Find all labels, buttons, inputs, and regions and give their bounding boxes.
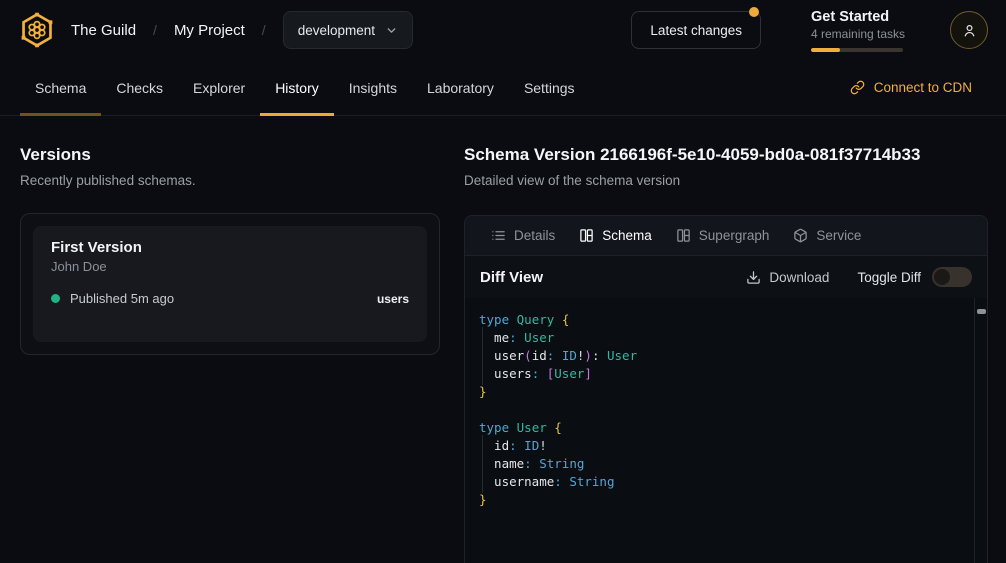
- project-nav: Schema Checks Explorer History Insights …: [0, 60, 1006, 116]
- download-icon: [746, 270, 761, 285]
- code-line: [479, 401, 974, 419]
- breadcrumb-org[interactable]: The Guild: [71, 22, 136, 39]
- nav-tab-settings[interactable]: Settings: [509, 60, 590, 115]
- get-started-progress-fill: [811, 48, 840, 52]
- nav-tab-schema[interactable]: Schema: [20, 60, 101, 115]
- code-line: }: [479, 383, 974, 401]
- version-item-title: First Version: [51, 239, 409, 256]
- top-bar: The Guild / My Project / development Lat…: [0, 0, 1006, 60]
- get-started-widget[interactable]: Get Started 4 remaining tasks: [811, 9, 903, 52]
- columns-icon: [579, 228, 594, 243]
- tab-label: Schema: [602, 228, 652, 243]
- toggle-diff-switch[interactable]: [932, 267, 972, 287]
- diff-view-toolbar: Diff View Download Toggle Diff: [465, 256, 987, 298]
- tab-supergraph[interactable]: Supergraph: [664, 216, 782, 255]
- nav-tab-explorer[interactable]: Explorer: [178, 60, 260, 115]
- code-scrollbar: [974, 298, 987, 563]
- schema-view-panel: Details Schema Supergraph: [464, 215, 988, 563]
- tab-label: Service: [816, 228, 861, 243]
- download-label: Download: [769, 270, 829, 285]
- code-block[interactable]: type Query { me: User user(id: ID!): Use…: [465, 298, 974, 563]
- nav-tab-history[interactable]: History: [260, 60, 334, 115]
- link-icon: [850, 80, 865, 95]
- main-content: Versions Recently published schemas. Fir…: [0, 116, 1006, 563]
- code-line: }: [479, 491, 974, 509]
- tab-details[interactable]: Details: [479, 216, 567, 255]
- target-selector[interactable]: development: [283, 11, 413, 49]
- tab-service[interactable]: Service: [781, 216, 873, 255]
- version-item-status-row: Published 5m ago users: [51, 291, 409, 306]
- diff-view-title: Diff View: [480, 269, 543, 286]
- code-line: me: User: [479, 329, 974, 347]
- nav-tab-label: Checks: [116, 80, 163, 96]
- nav-tab-laboratory[interactable]: Laboratory: [412, 60, 509, 115]
- target-selector-value: development: [298, 23, 375, 38]
- download-button[interactable]: Download: [746, 270, 829, 285]
- breadcrumb-separator: /: [153, 22, 157, 38]
- version-detail-title: Schema Version 2166196f-5e10-4059-bd0a-0…: [464, 143, 988, 167]
- toggle-knob: [934, 269, 950, 285]
- breadcrumb: The Guild / My Project / development: [71, 11, 413, 49]
- detail-tabs: Details Schema Supergraph: [465, 216, 987, 256]
- columns-icon: [676, 228, 691, 243]
- versions-title: Versions: [20, 143, 440, 167]
- tab-label: Supergraph: [699, 228, 770, 243]
- nav-tab-checks[interactable]: Checks: [101, 60, 178, 115]
- list-icon: [491, 228, 506, 243]
- person-icon: [961, 22, 978, 39]
- code-line: user(id: ID!): User: [479, 347, 974, 365]
- toggle-diff-label: Toggle Diff: [857, 270, 921, 285]
- get-started-title: Get Started: [811, 9, 903, 25]
- app-window: The Guild / My Project / development Lat…: [0, 0, 1006, 563]
- code-line: username: String: [479, 473, 974, 491]
- scrollbar-thumb[interactable]: [977, 309, 986, 314]
- chevron-down-icon: [385, 24, 398, 37]
- code-line: id: ID!: [479, 437, 974, 455]
- versions-subtitle: Recently published schemas.: [20, 173, 440, 188]
- user-avatar[interactable]: [950, 11, 988, 49]
- versions-panel: Versions Recently published schemas. Fir…: [20, 116, 440, 563]
- nav-tab-label: History: [275, 80, 319, 96]
- diff-view-actions: Download Toggle Diff: [746, 267, 972, 287]
- version-item-author: John Doe: [51, 259, 409, 274]
- breadcrumb-project[interactable]: My Project: [174, 22, 245, 39]
- toggle-diff-control: Toggle Diff: [857, 267, 972, 287]
- breadcrumb-separator: /: [262, 22, 266, 38]
- version-list-item[interactable]: First Version John Doe Published 5m ago …: [33, 226, 427, 342]
- version-detail-subtitle: Detailed view of the schema version: [464, 173, 988, 188]
- get-started-subtitle: 4 remaining tasks: [811, 27, 903, 41]
- code-line: type User {: [479, 419, 974, 437]
- versions-list-card: First Version John Doe Published 5m ago …: [20, 213, 440, 355]
- code-line: name: String: [479, 455, 974, 473]
- hive-logo-icon[interactable]: [18, 11, 56, 49]
- code-line: type Query {: [479, 311, 974, 329]
- published-status-dot: [51, 294, 60, 303]
- code-line: users: [User]: [479, 365, 974, 383]
- tab-schema[interactable]: Schema: [567, 216, 664, 255]
- nav-tab-label: Laboratory: [427, 80, 494, 96]
- nav-tab-label: Insights: [349, 80, 397, 96]
- tab-label: Details: [514, 228, 555, 243]
- version-item-status: Published 5m ago: [70, 291, 174, 306]
- latest-changes-button[interactable]: Latest changes: [631, 11, 761, 49]
- nav-tab-label: Explorer: [193, 80, 245, 96]
- connect-to-cdn-button[interactable]: Connect to CDN: [850, 60, 972, 115]
- nav-tab-label: Schema: [35, 80, 86, 96]
- latest-changes-label: Latest changes: [650, 23, 742, 38]
- connect-to-cdn-label: Connect to CDN: [874, 80, 972, 95]
- get-started-progress-track: [811, 48, 903, 52]
- version-detail-panel: Schema Version 2166196f-5e10-4059-bd0a-0…: [464, 116, 988, 563]
- box-icon: [793, 228, 808, 243]
- version-item-service-badge: users: [377, 292, 409, 306]
- nav-tab-label: Settings: [524, 80, 575, 96]
- notification-dot: [749, 7, 759, 17]
- nav-tab-insights[interactable]: Insights: [334, 60, 412, 115]
